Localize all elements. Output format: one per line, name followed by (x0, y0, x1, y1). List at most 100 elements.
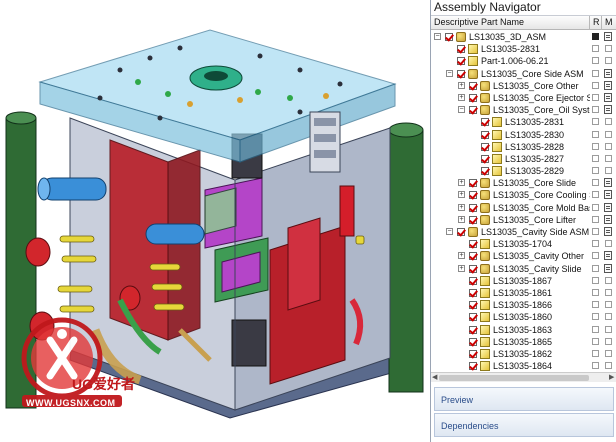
read-only-checkbox[interactable] (592, 191, 599, 199)
tree-row[interactable]: + LS13035_Core Cooling S... (431, 189, 616, 201)
read-only-checkbox[interactable] (592, 45, 599, 53)
read-only-checkbox[interactable] (592, 264, 599, 272)
tree-row[interactable]: LS13035-2831 (431, 116, 616, 128)
modified-checkbox[interactable] (605, 130, 612, 138)
modified-checkbox[interactable] (605, 45, 612, 53)
tree-row[interactable]: LS13035-2831 (431, 43, 616, 55)
tree-row[interactable]: LS13035-1864 (431, 360, 616, 371)
read-only-checkbox[interactable] (592, 252, 599, 260)
tree-row[interactable]: + LS13035_Core Other (431, 80, 616, 92)
modified-checkbox[interactable] (605, 154, 612, 162)
tree-row[interactable]: LS13035-1867 (431, 275, 616, 287)
read-only-checkbox[interactable] (592, 167, 599, 175)
visibility-checkbox[interactable] (469, 179, 477, 188)
expand-icon[interactable]: + (458, 203, 465, 211)
visibility-checkbox[interactable] (445, 33, 453, 41)
read-only-checkbox[interactable] (592, 215, 599, 223)
scroll-right-arrow-icon[interactable]: ▶ (609, 374, 614, 382)
visibility-checkbox[interactable] (469, 337, 477, 346)
tree-row[interactable]: LS13035-2827 (431, 153, 616, 165)
visibility-checkbox[interactable] (457, 45, 465, 54)
expand-icon[interactable]: + (458, 81, 465, 89)
collapse-icon[interactable]: − (458, 106, 465, 114)
modified-checkbox[interactable] (605, 142, 612, 150)
preview-panel-header[interactable]: Preview (434, 387, 614, 411)
assembly-tree[interactable]: − LS13035_3D_ASM LS13035-2831 Part-1.006-06… (431, 31, 616, 371)
expand-icon[interactable]: + (458, 191, 465, 199)
tree-row[interactable]: + LS13035_Core Lifter (431, 214, 616, 226)
save-status-icon[interactable] (592, 33, 599, 40)
modified-checkbox[interactable] (605, 301, 612, 309)
read-only-checkbox[interactable] (592, 228, 599, 235)
read-only-checkbox[interactable] (592, 349, 599, 357)
expand-icon[interactable]: + (458, 179, 465, 187)
read-only-checkbox[interactable] (592, 362, 599, 370)
read-only-checkbox[interactable] (592, 142, 599, 150)
visibility-checkbox[interactable] (469, 191, 477, 200)
read-only-checkbox[interactable] (592, 337, 599, 345)
visibility-checkbox[interactable] (469, 264, 477, 273)
expand-icon[interactable]: + (458, 93, 465, 101)
visibility-checkbox[interactable] (469, 288, 477, 297)
cad-viewport[interactable]: UG爱好者 WWW.UGSNX.COM (0, 0, 430, 442)
read-only-checkbox[interactable] (592, 313, 599, 321)
tree-row[interactable]: LS13035-2830 (431, 129, 616, 141)
tree-row[interactable]: + LS13035_Cavity Slide (431, 263, 616, 275)
visibility-checkbox[interactable] (481, 142, 489, 151)
collapse-icon[interactable]: − (446, 69, 453, 77)
column-header-r[interactable]: R (590, 16, 602, 30)
modified-checkbox[interactable] (605, 57, 612, 65)
modified-checkbox[interactable] (605, 362, 612, 370)
read-only-checkbox[interactable] (592, 154, 599, 162)
read-only-checkbox[interactable] (592, 240, 599, 248)
read-only-checkbox[interactable] (592, 81, 599, 89)
visibility-checkbox[interactable] (469, 301, 477, 310)
tree-row[interactable]: LS13035-1704 (431, 238, 616, 250)
read-only-checkbox[interactable] (592, 288, 599, 296)
read-only-checkbox[interactable] (592, 93, 599, 101)
tree-row[interactable]: + LS13035_Core Slide (431, 177, 616, 189)
modified-checkbox[interactable] (605, 240, 612, 248)
visibility-checkbox[interactable] (469, 93, 477, 102)
visibility-checkbox[interactable] (457, 69, 465, 78)
tree-row[interactable]: LS13035-1860 (431, 311, 616, 323)
visibility-checkbox[interactable] (481, 167, 489, 176)
tree-row[interactable]: LS13035-2828 (431, 141, 616, 153)
visibility-checkbox[interactable] (481, 154, 489, 163)
read-only-checkbox[interactable] (592, 203, 599, 211)
tree-row[interactable]: − LS13035_Core Side ASM (431, 68, 616, 80)
column-header-name[interactable]: Descriptive Part Name (431, 16, 590, 30)
expand-icon[interactable]: + (458, 215, 465, 223)
read-only-checkbox[interactable] (592, 130, 599, 138)
dependencies-panel-header[interactable]: Dependencies (434, 413, 614, 437)
expand-icon[interactable]: + (458, 264, 465, 272)
column-header-m[interactable]: M (602, 16, 616, 30)
expand-icon[interactable]: + (458, 252, 465, 260)
visibility-checkbox[interactable] (469, 276, 477, 285)
modified-checkbox[interactable] (605, 337, 612, 345)
tree-row[interactable]: LS13035-1861 (431, 287, 616, 299)
tree-row[interactable]: + LS13035_Cavity Other (431, 250, 616, 262)
scroll-thumb[interactable] (439, 375, 589, 381)
tree-row[interactable]: Part-1.006-06.21 (431, 55, 616, 67)
visibility-checkbox[interactable] (469, 215, 477, 224)
read-only-checkbox[interactable] (592, 276, 599, 284)
tree-row[interactable]: + LS13035_Core Mold Base (431, 202, 616, 214)
modified-checkbox[interactable] (605, 118, 612, 126)
visibility-checkbox[interactable] (469, 362, 477, 371)
horizontal-scrollbar[interactable]: ◀ ▶ (431, 372, 616, 382)
visibility-checkbox[interactable] (469, 325, 477, 334)
visibility-checkbox[interactable] (481, 130, 489, 139)
tree-row[interactable]: LS13035-1863 (431, 324, 616, 336)
visibility-checkbox[interactable] (481, 118, 489, 127)
collapse-icon[interactable]: − (446, 228, 453, 235)
scroll-left-arrow-icon[interactable]: ◀ (432, 374, 437, 382)
visibility-checkbox[interactable] (469, 252, 477, 261)
modified-checkbox[interactable] (605, 276, 612, 284)
visibility-checkbox[interactable] (469, 203, 477, 212)
visibility-checkbox[interactable] (469, 81, 477, 90)
visibility-checkbox[interactable] (457, 228, 465, 236)
visibility-checkbox[interactable] (469, 349, 477, 358)
read-only-checkbox[interactable] (592, 69, 599, 77)
tree-row[interactable]: − LS13035_Core_Oil System (431, 104, 616, 116)
